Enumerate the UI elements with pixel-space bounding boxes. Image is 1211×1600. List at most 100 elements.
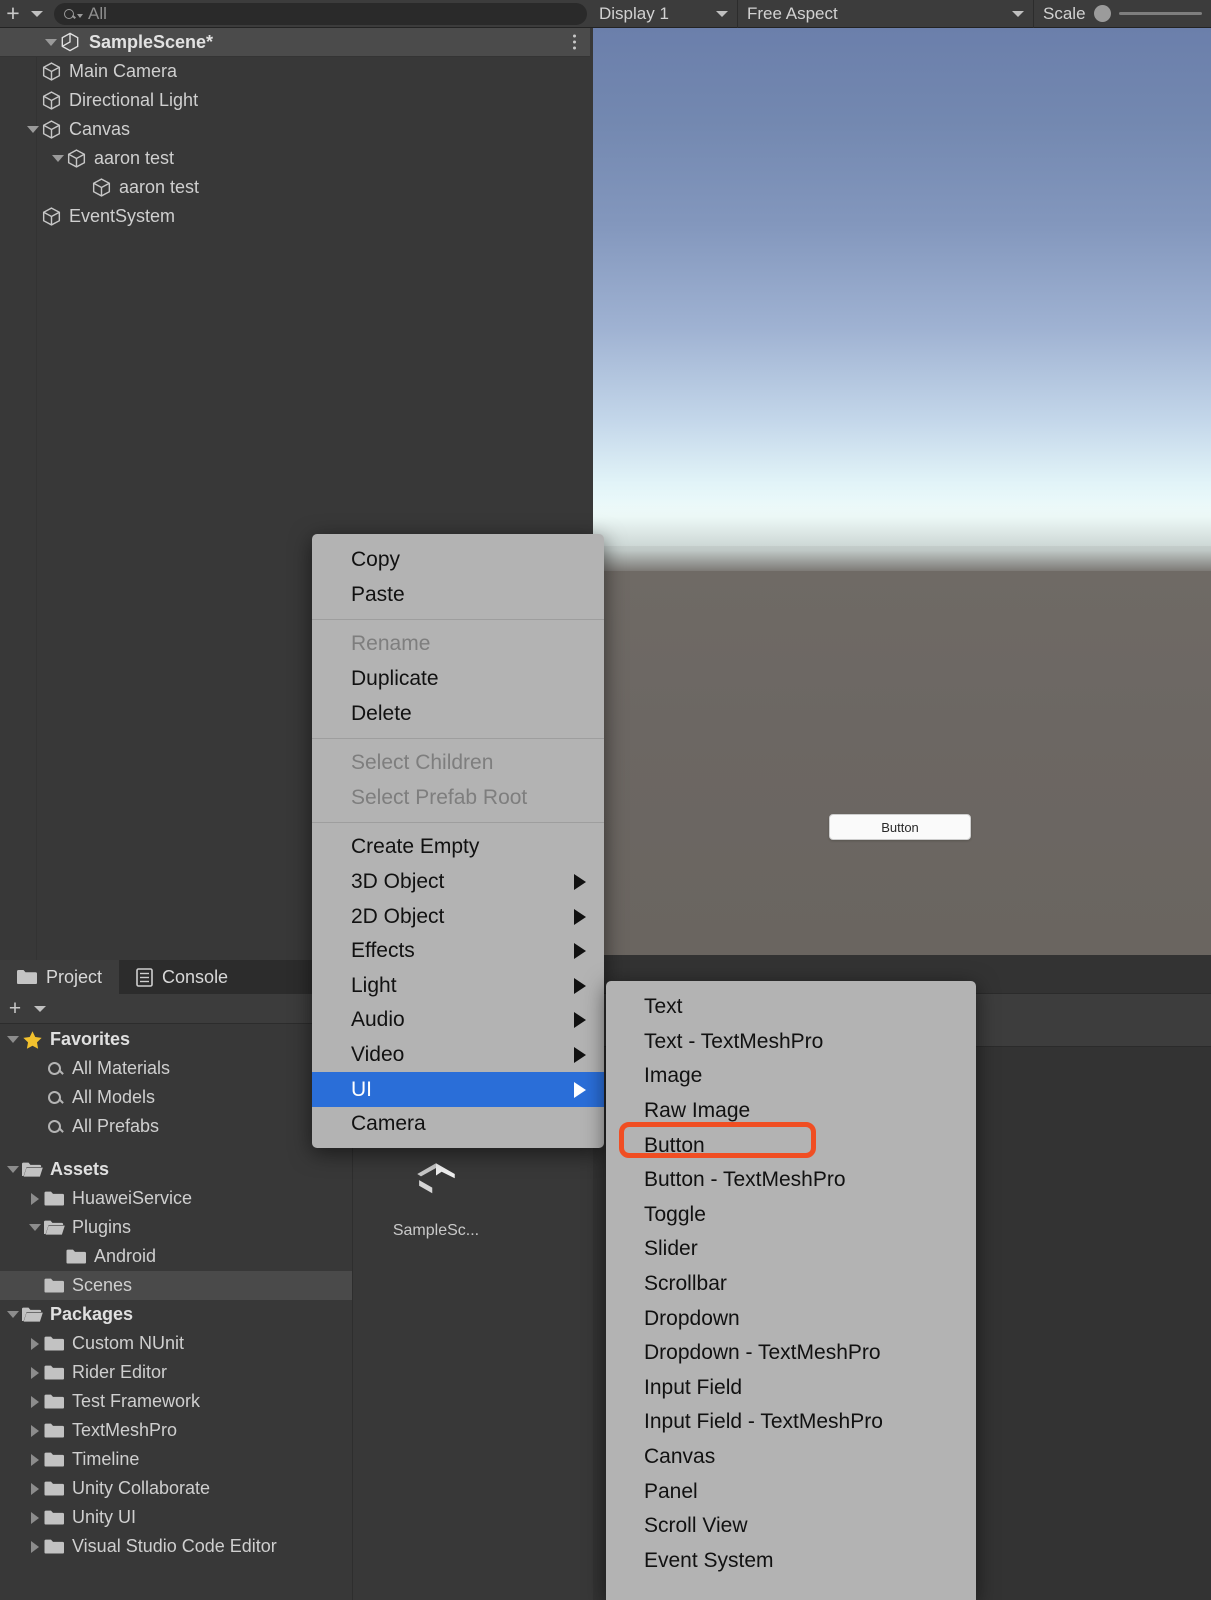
project-item-visual-studio-code-editor[interactable]: Visual Studio Code Editor	[0, 1532, 352, 1561]
expand-toggle-open-icon[interactable]	[4, 1161, 22, 1179]
expand-toggle-icon[interactable]	[49, 150, 66, 167]
expand-spacer	[24, 208, 41, 225]
context-menu-item-camera[interactable]: Camera	[312, 1107, 604, 1142]
project-item-unity-collaborate[interactable]: Unity Collaborate	[0, 1474, 352, 1503]
folder-icon	[44, 1509, 65, 1526]
project-item-android[interactable]: Android	[0, 1242, 352, 1271]
expand-spacer	[24, 63, 41, 80]
expand-toggle-closed-icon[interactable]	[26, 1364, 44, 1382]
expand-toggle-icon[interactable]	[24, 121, 41, 138]
display-dropdown[interactable]: Display 1	[590, 0, 738, 28]
context-menu-item-rename: Rename	[312, 627, 604, 662]
expand-toggle-open-icon[interactable]	[26, 1219, 44, 1237]
ui-submenu-item-event-system[interactable]: Event System	[606, 1544, 976, 1579]
ui-submenu-item-dropdown[interactable]: Dropdown	[606, 1301, 976, 1336]
hierarchy-search-input[interactable]: All	[54, 2, 587, 25]
project-item-all-materials[interactable]: All Materials	[0, 1054, 352, 1083]
project-item-all-models[interactable]: All Models	[0, 1083, 352, 1112]
expand-toggle-closed-icon[interactable]	[26, 1335, 44, 1353]
project-item-all-prefabs[interactable]: All Prefabs	[0, 1112, 352, 1141]
project-item-rider-editor[interactable]: Rider Editor	[0, 1358, 352, 1387]
ui-create-submenu[interactable]: Text Text - TextMeshPro Image Raw Image Butt…	[606, 981, 976, 1600]
expand-toggle-closed-icon[interactable]	[26, 1509, 44, 1527]
hierarchy-item-canvas[interactable]: Canvas	[0, 115, 590, 144]
ui-submenu-item-button-textmeshpro[interactable]: Button - TextMeshPro	[606, 1163, 976, 1198]
project-item-packages[interactable]: Packages	[0, 1300, 352, 1329]
project-item-test-framework[interactable]: Test Framework	[0, 1387, 352, 1416]
add-gameobject-button[interactable]: +	[0, 1, 26, 27]
project-item-textmeshpro[interactable]: TextMeshPro	[0, 1416, 352, 1445]
hierarchy-scene-row[interactable]: SampleScene*	[0, 28, 590, 57]
ui-submenu-item-input-field-textmeshpro[interactable]: Input Field - TextMeshPro	[606, 1405, 976, 1440]
expand-toggle-open-icon[interactable]	[4, 1306, 22, 1324]
asset-item-samplescene[interactable]: SampleSc...	[381, 1150, 491, 1240]
ui-submenu-item-slider[interactable]: Slider	[606, 1232, 976, 1267]
context-menu-item-delete[interactable]: Delete	[312, 696, 604, 731]
project-create-button[interactable]: +	[3, 997, 27, 1021]
scale-slider-group[interactable]: Scale	[1034, 0, 1211, 28]
game-view[interactable]: Button	[593, 28, 1211, 955]
ui-submenu-item-input-field[interactable]: Input Field	[606, 1371, 976, 1406]
ui-submenu-item-scroll-view[interactable]: Scroll View	[606, 1509, 976, 1544]
aspect-ratio-dropdown[interactable]: Free Aspect	[738, 0, 1034, 28]
ui-submenu-item-dropdown-textmeshpro[interactable]: Dropdown - TextMeshPro	[606, 1336, 976, 1371]
ui-submenu-item-label: Text	[644, 995, 683, 1019]
search-icon	[48, 1091, 61, 1104]
ui-submenu-item-raw-image[interactable]: Raw Image	[606, 1094, 976, 1129]
scene-expand-toggle[interactable]	[42, 34, 59, 51]
expand-toggle-closed-icon[interactable]	[26, 1190, 44, 1208]
project-item-scenes[interactable]: Scenes	[0, 1271, 352, 1300]
ui-submenu-item-text-textmeshpro[interactable]: Text - TextMeshPro	[606, 1025, 976, 1060]
hierarchy-item-directional-light[interactable]: Directional Light	[0, 86, 590, 115]
ui-submenu-item-toggle[interactable]: Toggle	[606, 1198, 976, 1233]
context-menu-item-2d-object[interactable]: 2D Object	[312, 899, 604, 934]
context-menu-item-copy[interactable]: Copy	[312, 543, 604, 578]
menu-separator	[312, 822, 604, 824]
project-item-plugins[interactable]: Plugins	[0, 1213, 352, 1242]
scale-slider-track[interactable]	[1118, 12, 1202, 15]
hierarchy-item-eventsystem[interactable]: EventSystem	[0, 202, 590, 231]
context-menu-item-paste[interactable]: Paste	[312, 578, 604, 613]
expand-toggle-closed-icon[interactable]	[26, 1451, 44, 1469]
menu-separator	[312, 737, 604, 739]
project-item-unity-ui[interactable]: Unity UI	[0, 1503, 352, 1532]
ui-submenu-item-panel[interactable]: Panel	[606, 1474, 976, 1509]
project-item-timeline[interactable]: Timeline	[0, 1445, 352, 1474]
context-menu-item-ui[interactable]: UI	[312, 1072, 604, 1107]
context-menu-item-3d-object[interactable]: 3D Object	[312, 865, 604, 900]
context-menu-item-audio[interactable]: Audio	[312, 1003, 604, 1038]
ui-submenu-item-scrollbar[interactable]: Scrollbar	[606, 1267, 976, 1302]
hierarchy-item-main-camera[interactable]: Main Camera	[0, 57, 590, 86]
kebab-menu-icon[interactable]	[573, 34, 576, 50]
project-item-custom-nunit[interactable]: Custom NUnit	[0, 1329, 352, 1358]
scale-slider-knob[interactable]	[1093, 5, 1111, 22]
expand-toggle-open-icon[interactable]	[4, 1031, 22, 1049]
ui-submenu-item-canvas[interactable]: Canvas	[606, 1440, 976, 1475]
project-create-dropdown-icon[interactable]	[29, 996, 51, 1022]
ui-submenu-item-text[interactable]: Text	[606, 990, 976, 1025]
expand-toggle-closed-icon[interactable]	[26, 1422, 44, 1440]
game-ui-button[interactable]: Button	[829, 814, 971, 840]
expand-toggle-closed-icon[interactable]	[26, 1480, 44, 1498]
project-item-favorites[interactable]: Favorites	[0, 1025, 352, 1054]
context-menu-item-duplicate[interactable]: Duplicate	[312, 662, 604, 697]
ui-submenu-item-label: Dropdown - TextMeshPro	[644, 1341, 881, 1365]
context-menu-item-effects[interactable]: Effects	[312, 934, 604, 969]
tab-console[interactable]: Console	[119, 960, 245, 994]
expand-toggle-closed-icon[interactable]	[26, 1393, 44, 1411]
ui-submenu-item-button[interactable]: Button	[606, 1128, 976, 1163]
add-gameobject-dropdown-icon[interactable]	[26, 1, 48, 27]
context-menu-item-light[interactable]: Light	[312, 969, 604, 1004]
hierarchy-item-aaron-test[interactable]: aaron test	[0, 144, 590, 173]
ui-submenu-item-image[interactable]: Image	[606, 1059, 976, 1094]
gameobject-cube-icon	[91, 177, 112, 198]
context-menu-item-create-empty[interactable]: Create Empty	[312, 830, 604, 865]
project-item-huaweiservice[interactable]: HuaweiService	[0, 1184, 352, 1213]
project-item-assets[interactable]: Assets	[0, 1155, 352, 1184]
ui-submenu-item-label: Dropdown	[644, 1306, 740, 1330]
hierarchy-item-aaron-test[interactable]: aaron test	[0, 173, 590, 202]
context-menu-item-video[interactable]: Video	[312, 1038, 604, 1073]
hierarchy-context-menu[interactable]: Copy Paste Rename Duplicate Delete Select Chi…	[312, 534, 604, 1148]
expand-toggle-closed-icon[interactable]	[26, 1538, 44, 1556]
tab-project[interactable]: Project	[0, 960, 120, 994]
